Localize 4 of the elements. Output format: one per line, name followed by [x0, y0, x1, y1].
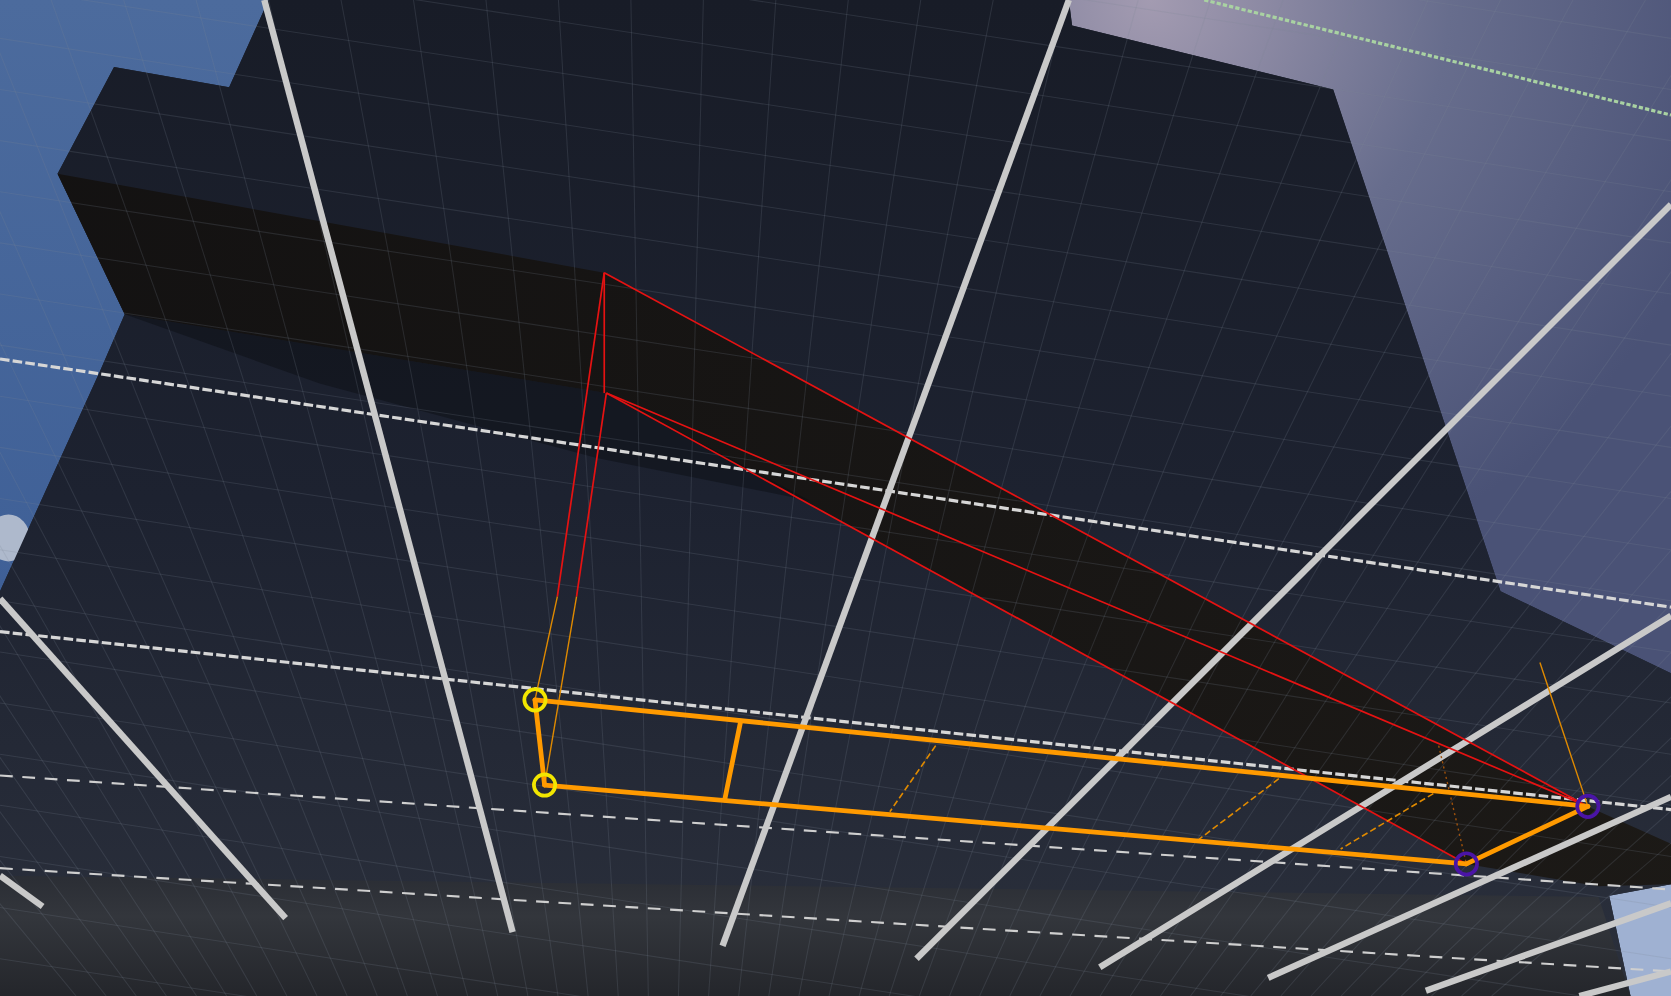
control-point-handle[interactable]: [1575, 793, 1601, 819]
control-point-handle[interactable]: [1453, 851, 1479, 877]
cloud: [0, 514, 30, 562]
rib-line: [889, 744, 937, 813]
